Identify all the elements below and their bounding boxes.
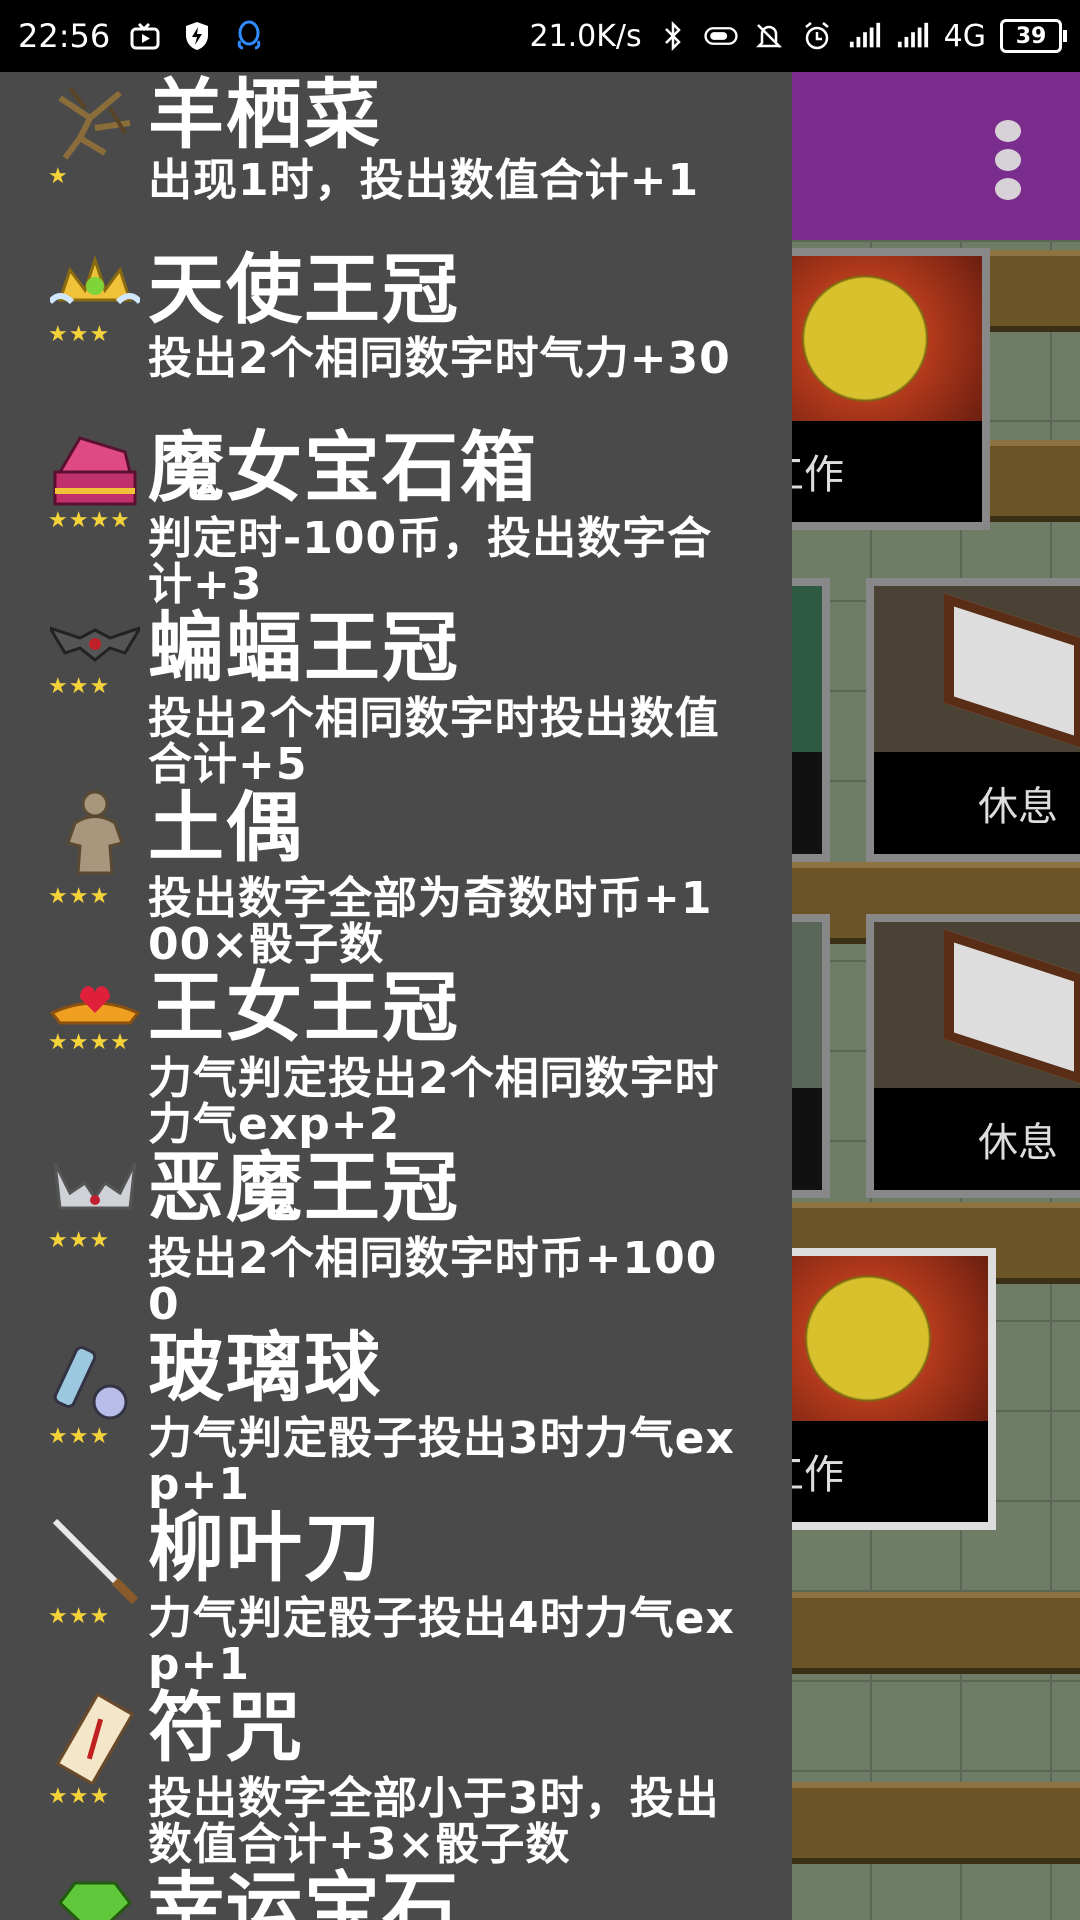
shield-bolt-icon xyxy=(180,19,214,53)
item-name: 符咒 xyxy=(148,1683,304,1772)
more-options-icon[interactable] xyxy=(988,120,1028,200)
net-speed: 21.0K/s xyxy=(529,18,642,54)
seaweed-icon xyxy=(50,78,140,168)
clock: 22:56 xyxy=(18,17,111,55)
item-description: 投出数字全部为奇数时币+100×骰子数 xyxy=(148,873,713,970)
bluetooth-icon xyxy=(656,19,690,53)
item-drawer[interactable]: ★ 羊栖菜 出现1时，投出数值合计+1 ★★★ 天使王冠 投出2个相同数字时气力… xyxy=(0,72,792,1920)
bed-art xyxy=(874,586,1080,753)
talisman-icon xyxy=(50,1692,140,1786)
bed-art xyxy=(874,922,1080,1089)
item-description: 判定时-100币，投出数字合计+3 xyxy=(148,513,713,610)
rarity-stars: ★★★ xyxy=(48,1228,111,1253)
alarm-icon xyxy=(800,19,834,53)
qq-icon xyxy=(232,19,266,53)
rarity-stars: ★★★ xyxy=(48,322,111,347)
glass-ball-icon xyxy=(50,1342,140,1432)
bell-off-icon xyxy=(752,19,786,53)
item-name: 魔女宝石箱 xyxy=(148,423,538,512)
rest-card[interactable]: 休息 xyxy=(866,578,1080,862)
toggle-icon xyxy=(704,19,738,53)
item-name: 天使王冠 xyxy=(148,245,460,334)
item-description: 投出数字全部小于3时，投出数值合计+3×骰子数 xyxy=(148,1773,720,1870)
battery-icon: 39 xyxy=(1000,19,1067,53)
item-description: 投出2个相同数字时投出数值合计+5 xyxy=(148,693,720,790)
item-name: 土偶 xyxy=(148,783,304,872)
item-name: 恶魔王冠 xyxy=(148,1143,460,1232)
item-description: 力气判定骰子投出4时力气exp+1 xyxy=(148,1593,735,1690)
clay-figure-icon xyxy=(50,788,140,878)
item-name: 幸运宝石 xyxy=(148,1863,460,1920)
item-name: 柳叶刀 xyxy=(148,1503,382,1592)
lancet-icon xyxy=(50,1516,140,1606)
bench xyxy=(990,250,1080,332)
rarity-stars: ★★★★ xyxy=(48,508,131,533)
signal-icon xyxy=(896,19,930,53)
rest-card[interactable]: 休息 xyxy=(866,914,1080,1198)
status-bar: 22:56 21.0K/s 4G 39 xyxy=(0,0,1080,72)
network-type: 4G xyxy=(943,18,986,54)
item-description: 力气判定投出2个相同数字时力气exp+2 xyxy=(148,1053,720,1150)
item-name: 羊栖菜 xyxy=(148,72,382,159)
battery-level: 39 xyxy=(1015,23,1047,49)
card-label: 休息 xyxy=(874,1088,1080,1190)
app-bar xyxy=(780,72,1080,240)
rarity-stars: ★★★ xyxy=(48,1784,111,1809)
rarity-stars: ★★★ xyxy=(48,674,111,699)
rarity-stars: ★★★ xyxy=(48,884,111,909)
item-name: 蝙蝠王冠 xyxy=(148,603,460,692)
item-description: 投出2个相同数字时币+1000 xyxy=(148,1233,718,1330)
bench xyxy=(790,1592,1080,1674)
bench xyxy=(790,1782,1080,1864)
signal-icon xyxy=(848,19,882,53)
card-label: 休息 xyxy=(874,752,1080,854)
item-name: 王女王冠 xyxy=(148,963,460,1052)
item-description: 力气判定骰子投出3时力气exp+1 xyxy=(148,1413,735,1510)
rarity-stars: ★★★★ xyxy=(48,1030,131,1055)
rarity-stars: ★★★ xyxy=(48,1604,111,1629)
rarity-stars: ★★★ xyxy=(48,1424,111,1449)
bench xyxy=(990,440,1080,522)
lucky-gem-icon xyxy=(50,1878,140,1920)
item-description: 投出2个相同数字时气力+30 xyxy=(148,333,731,384)
item-description: 出现1时，投出数值合计+1 xyxy=(148,155,700,206)
rarity-stars: ★ xyxy=(48,164,69,189)
tv-icon xyxy=(128,19,162,53)
item-name: 玻璃球 xyxy=(148,1323,382,1412)
